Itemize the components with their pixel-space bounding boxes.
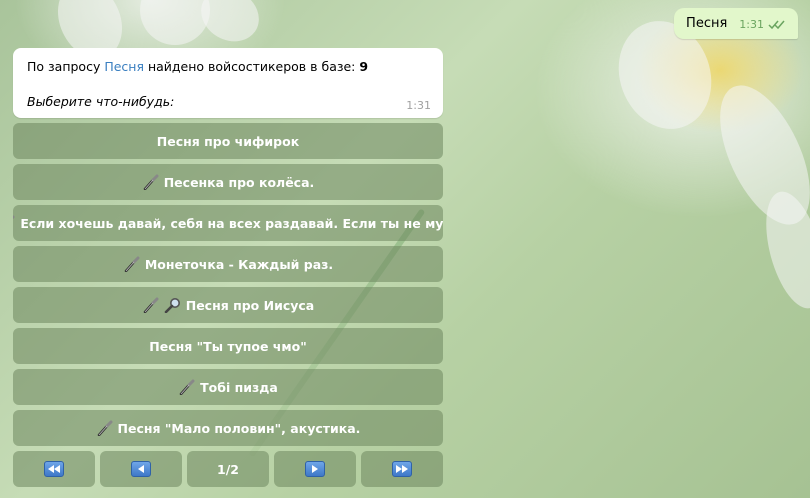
keyboard-button-label: Монеточка - Каждый раз. [144,256,334,272]
result-count: 9 [359,59,369,74]
keyboard-button-label: Песня "Мало половин", акустика. [117,420,361,436]
keyboard-button[interactable]: Песня "Мало половин", акустика. [13,410,443,446]
first-page-button[interactable] [13,451,95,487]
incoming-message-time: 1:31 [406,99,431,112]
result-middle: найдено войсостикеров в базе: [143,59,360,74]
query-link[interactable]: Песня [104,59,144,74]
magnifier-icon [164,297,182,313]
result-prefix: По запросу [27,59,105,74]
rewind-icon [44,461,64,477]
next-page-button[interactable] [274,451,356,487]
incoming-message[interactable]: По запросу Песня найдено войсостикеров в… [13,48,443,118]
microphone-icon [13,215,16,231]
inline-keyboard: Песня про чифирок Песенка про колёса. Если… [13,123,443,487]
outgoing-message-meta: 1:31 [739,18,786,31]
microphone-icon [96,420,114,436]
microphone-icon [142,174,160,190]
outgoing-message[interactable]: Песня 1:31 [674,8,798,39]
petal-decoration [140,0,210,45]
keyboard-button[interactable]: Монеточка - Каждый раз. [13,246,443,282]
previous-page-button[interactable] [100,451,182,487]
microphone-icon [178,379,196,395]
fast-forward-icon [392,461,412,477]
pagination-row: 1/2 [13,451,443,487]
microphone-icon [123,256,141,272]
keyboard-button[interactable]: Тобі пизда [13,369,443,405]
keyboard-button-label: Песенка про колёса. [163,174,315,190]
play-left-icon [131,461,151,477]
keyboard-button[interactable]: Песня про Иисуса [13,287,443,323]
keyboard-button-label: Если хочешь давай, себя на всех раздавай… [20,215,443,231]
microphone-icon [142,297,160,313]
search-result-text: По запросу Песня найдено войсостикеров в… [27,59,368,74]
outgoing-message-text: Песня [686,16,728,31]
page-indicator-button[interactable]: 1/2 [187,451,269,487]
keyboard-button-label: Песня про Иисуса [185,297,315,313]
keyboard-button[interactable]: Песня "Ты тупое чмо" [13,328,443,364]
double-check-icon [768,20,785,29]
keyboard-button-label: Песня "Ты тупое чмо" [149,338,307,354]
keyboard-button[interactable]: Если хочешь давай, себя на всех раздавай… [13,205,443,241]
play-right-icon [305,461,325,477]
last-page-button[interactable] [361,451,443,487]
keyboard-button-label: Тобі пизда [200,379,278,395]
keyboard-button-label: Песня про чифирок [156,133,300,149]
outgoing-message-time: 1:31 [739,18,764,31]
keyboard-button[interactable]: Песенка про колёса. [13,164,443,200]
keyboard-button[interactable]: Песня про чифирок [13,123,443,159]
choose-prompt: Выберите что-нибудь: [27,94,175,109]
